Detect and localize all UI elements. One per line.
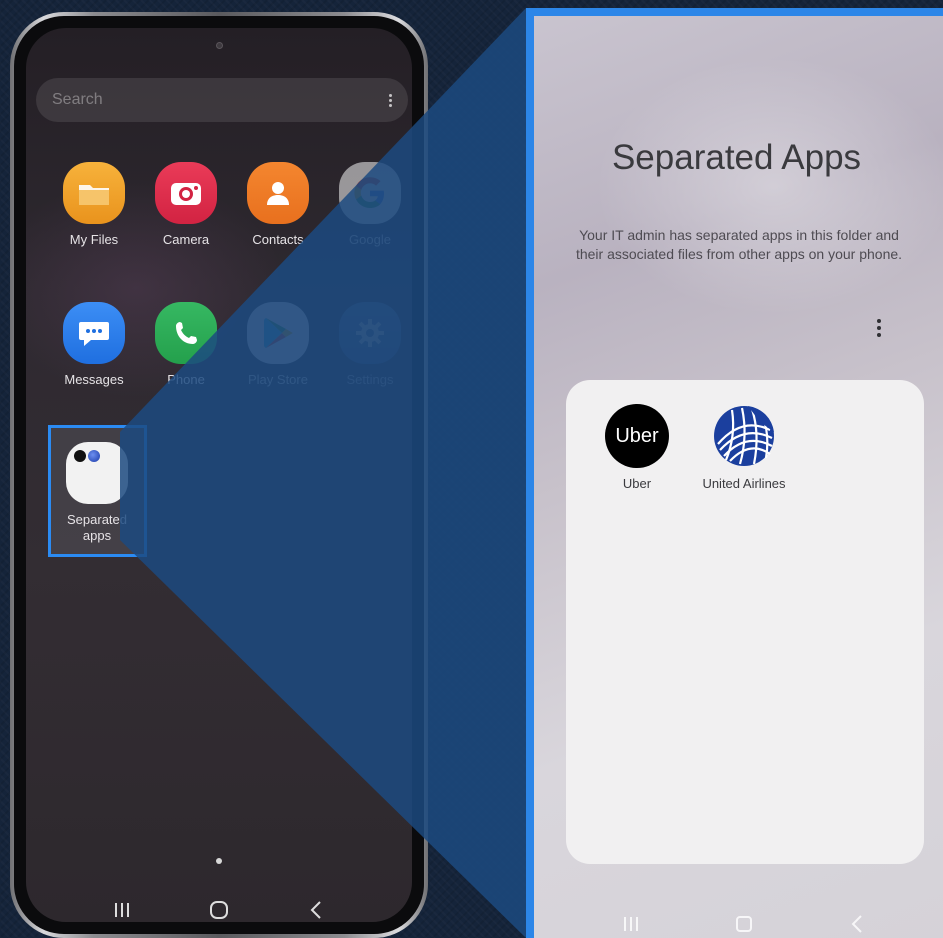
app-label: Phone <box>167 372 205 387</box>
navigation-bar <box>26 896 412 922</box>
uber-logo-text: Uber <box>615 424 659 447</box>
back-icon[interactable] <box>296 896 336 922</box>
play-store-icon <box>247 302 309 364</box>
search-bar[interactable]: Search <box>36 78 408 122</box>
uber-icon: Uber <box>605 404 669 468</box>
uber-mini-icon <box>74 450 86 462</box>
app-uber[interactable]: Uber Uber <box>602 404 672 491</box>
home-screen: Search My Files Camera Contacts Google M… <box>26 28 412 922</box>
app-label-line1: Separated <box>67 512 127 527</box>
navigation-bar <box>534 910 943 938</box>
home-icon[interactable] <box>199 896 239 922</box>
description-text: Your IT admin has separated apps in this… <box>575 227 903 262</box>
more-options-icon[interactable] <box>877 319 881 337</box>
app-label: Play Store <box>248 372 308 387</box>
folder-contents: Uber Uber United Airlines <box>566 380 924 864</box>
back-icon[interactable] <box>837 910 877 938</box>
more-options-icon[interactable] <box>389 93 392 107</box>
app-united-airlines[interactable]: United Airlines <box>694 404 794 491</box>
recents-icon[interactable] <box>611 910 651 938</box>
app-phone[interactable]: Phone <box>140 302 232 388</box>
message-icon <box>63 302 125 364</box>
phone-device: Search My Files Camera Contacts Google M… <box>10 12 428 938</box>
app-label: Uber <box>622 476 652 491</box>
person-icon <box>247 162 309 224</box>
page-indicator <box>216 858 222 864</box>
united-mini-icon <box>88 450 100 462</box>
gear-icon <box>339 302 401 364</box>
folder-icon <box>66 442 128 504</box>
google-icon <box>339 162 401 224</box>
phone-icon <box>155 302 217 364</box>
camera-icon <box>155 162 217 224</box>
united-airlines-icon <box>712 404 776 468</box>
app-settings[interactable]: Settings <box>324 302 412 388</box>
search-placeholder: Search <box>52 91 103 108</box>
app-label: United Airlines <box>702 476 786 491</box>
front-camera <box>216 42 223 49</box>
app-camera[interactable]: Camera <box>140 162 232 248</box>
home-icon[interactable] <box>724 910 764 938</box>
app-label: Contacts <box>252 232 304 247</box>
app-play-store[interactable]: Play Store <box>232 302 324 388</box>
app-my-files[interactable]: My Files <box>48 162 140 248</box>
app-label: My Files <box>69 232 119 247</box>
app-separated-apps[interactable]: Separated apps <box>51 442 143 544</box>
app-label: Messages <box>64 372 124 387</box>
app-label: Separated apps <box>51 512 143 544</box>
separated-apps-zoom-panel: Separated Apps Your IT admin has separat… <box>526 8 943 938</box>
recents-icon[interactable] <box>102 896 142 922</box>
folder-icon <box>63 162 125 224</box>
app-label: Settings <box>346 372 394 387</box>
app-label: Camera <box>162 232 210 247</box>
app-messages[interactable]: Messages <box>48 302 140 388</box>
app-google[interactable]: Google <box>324 162 412 248</box>
app-contacts[interactable]: Contacts <box>232 162 324 248</box>
app-label-line2: apps <box>82 528 112 543</box>
app-label: Google <box>349 232 391 247</box>
page-title: Separated Apps <box>611 138 862 177</box>
